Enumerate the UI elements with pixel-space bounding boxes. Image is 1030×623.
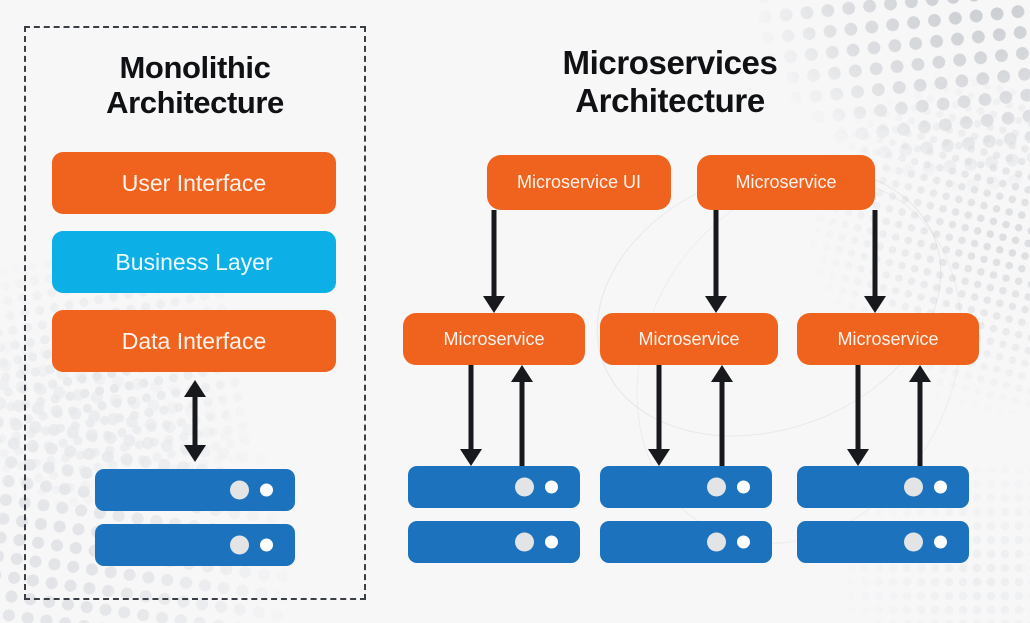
microservice-middle-box-1[interactable]: Microservice [403,313,585,365]
microservice-middle-box-2[interactable]: Microservice [600,313,778,365]
server-led-small-icon [737,480,750,494]
layer-business-layer-label: Business Layer [115,248,273,275]
arrow-server-to-microservice-2 [709,365,735,466]
server-led-small-icon [260,538,273,552]
arrow-shaft [656,365,662,451]
arrow-head-down-icon [648,449,670,466]
arrow-microservice-to-server-2 [646,365,672,466]
server-led-small-icon [934,480,947,494]
server-led-large-icon [515,477,534,497]
arrow-top-to-middle-3 [862,210,888,313]
arrow-shaft [491,210,497,298]
server-led-small-icon [934,535,947,549]
microservice-server-bar-3a[interactable] [797,466,969,508]
microservice-ui-label: Microservice UI [516,172,641,192]
microservice-top-box-2[interactable]: Microservice [697,155,875,210]
microservice-middle-box-3[interactable]: Microservice [797,313,979,365]
server-led-small-icon [737,535,750,549]
arrow-head-down-icon [847,449,869,466]
microservice-server-bar-2a[interactable] [600,466,772,508]
server-led-large-icon [230,480,249,500]
layer-data-interface[interactable]: Data Interface [52,310,336,372]
arrow-shaft [519,380,525,466]
arrow-shaft [872,210,878,298]
arrow-top-to-middle-2 [703,210,729,313]
arrow-head-up-icon [909,365,931,382]
diagram-canvas: Monolithic Architecture User Interface B… [0,0,1030,623]
server-led-large-icon [230,535,249,555]
arrow-head-up-icon [711,365,733,382]
layer-data-interface-label: Data Interface [121,327,267,354]
server-led-large-icon [904,477,923,497]
server-led-large-icon [515,532,534,552]
arrow-server-to-microservice-3 [907,365,933,466]
microservices-title: Microservices Architecture [562,44,778,119]
server-led-small-icon [545,535,558,549]
layer-user-interface[interactable]: User Interface [52,152,336,214]
microservice-middle-box-2-label: Microservice [638,328,740,349]
monolith-server-bar-1[interactable] [95,469,295,511]
microservice-ui-box[interactable]: Microservice UI [487,155,671,210]
monolithic-title: Monolithic Architecture [106,50,284,121]
arrow-head-down-icon [864,296,886,313]
microservice-server-bar-1b[interactable] [408,521,580,563]
server-led-small-icon [260,483,273,497]
arrow-shaft [713,210,719,298]
layer-business-layer[interactable]: Business Layer [52,231,336,293]
arrow-microservice-to-server-3 [845,365,871,466]
layer-user-interface-label: User Interface [121,169,267,196]
arrow-top-to-middle-1 [481,210,507,313]
arrow-head-up-icon [511,365,533,382]
microservice-server-bar-2b[interactable] [600,521,772,563]
arrow-head-down-icon [483,296,505,313]
monolith-server-bar-2[interactable] [95,524,295,566]
microservice-server-bar-1a[interactable] [408,466,580,508]
arrow-head-down-icon [460,449,482,466]
server-led-large-icon [707,477,726,497]
arrow-shaft [917,380,923,466]
arrow-head-down-icon [705,296,727,313]
server-led-small-icon [545,480,558,494]
arrow-shaft [855,365,861,451]
microservice-middle-box-1-label: Microservice [443,328,545,349]
microservice-top-box-2-label: Microservice [735,172,837,192]
microservice-server-bar-3b[interactable] [797,521,969,563]
arrow-shaft [719,380,725,466]
arrow-microservice-to-server-1 [458,365,484,466]
arrow-server-to-microservice-1 [509,365,535,466]
arrow-shaft [468,365,474,451]
server-led-large-icon [707,532,726,552]
server-led-large-icon [904,532,923,552]
microservice-middle-box-3-label: Microservice [837,328,939,349]
